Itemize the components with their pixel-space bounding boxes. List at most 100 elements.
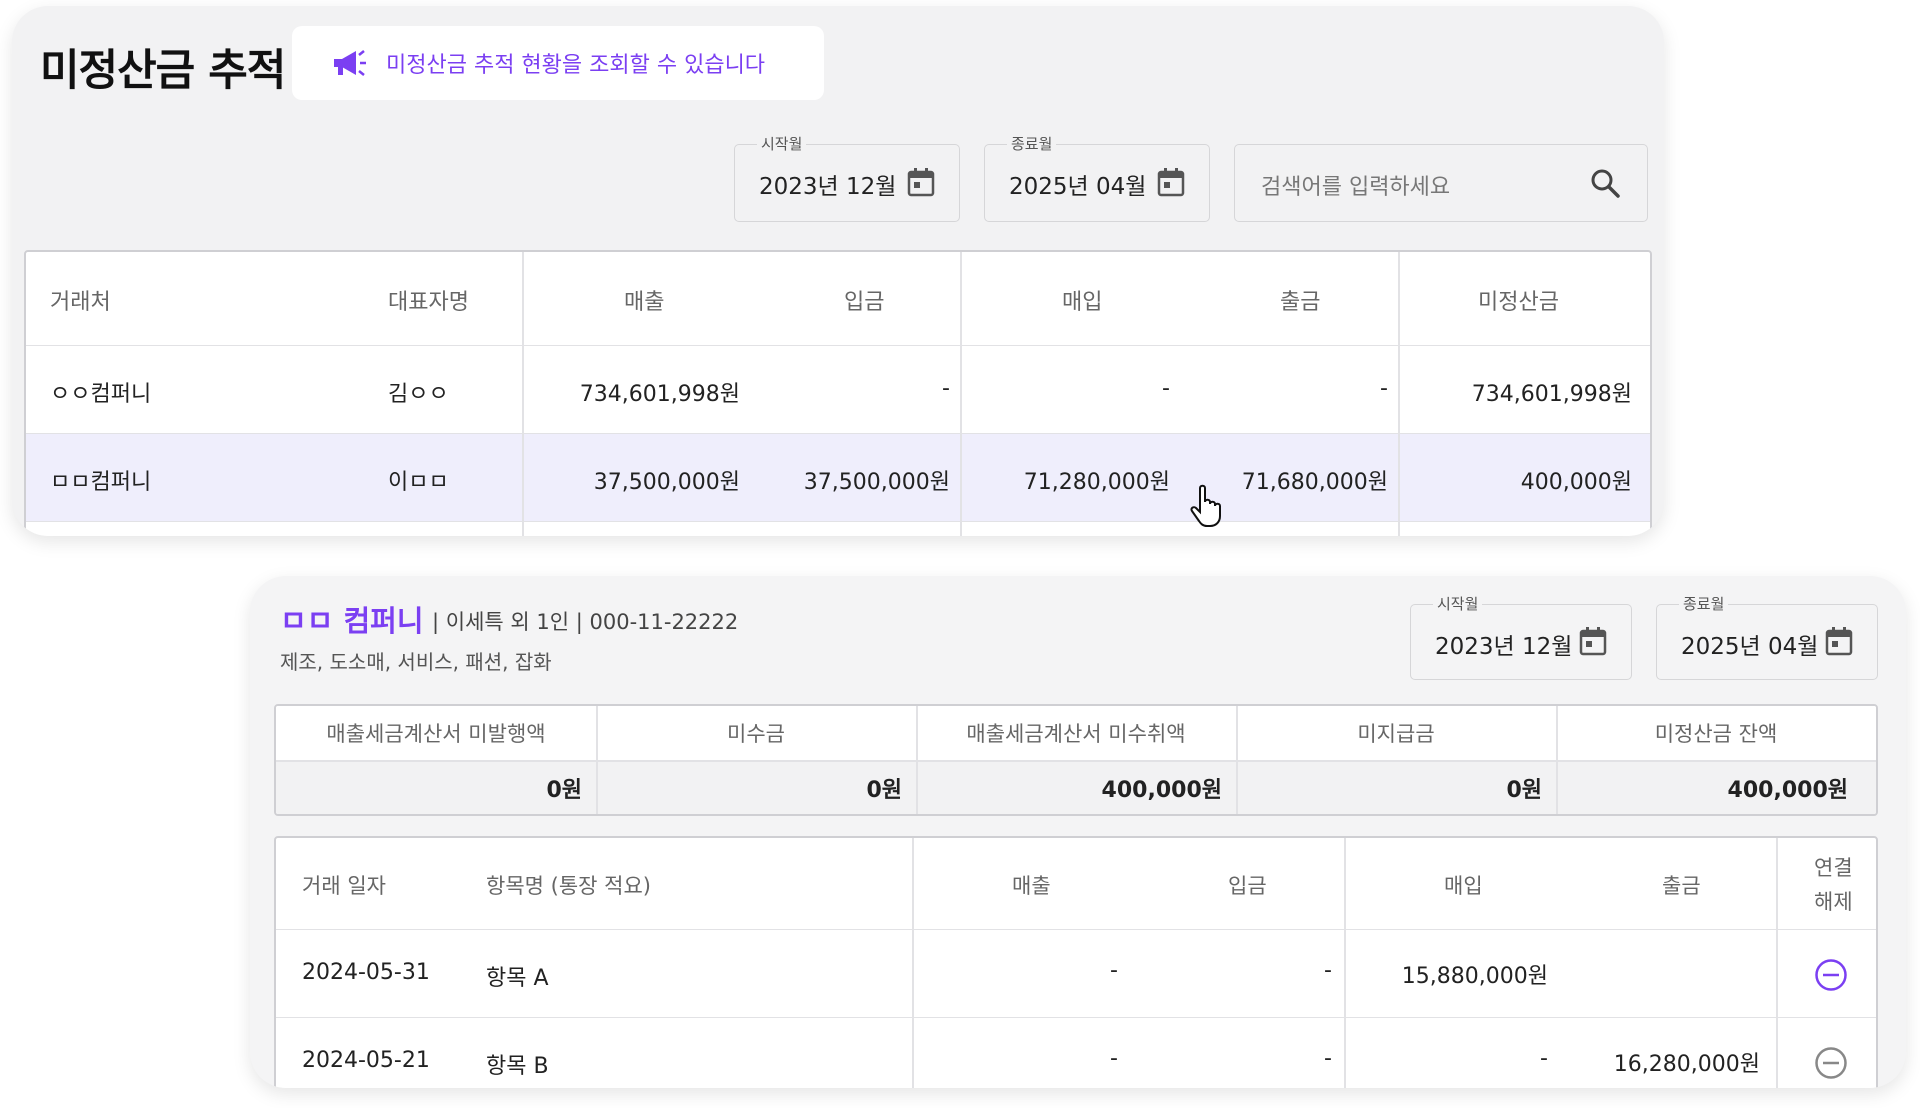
col-sales: 매출 <box>624 290 665 315</box>
table-row-selected[interactable]: ㅁㅁ컴퍼니 이ㅁㅁ 37,500,000원 37,500,000원 71,280… <box>26 434 1650 522</box>
company-name: ㅁㅁ 컴퍼니 <box>280 604 424 638</box>
start-month-value: 2023년 12월 <box>1435 634 1573 660</box>
col-unlink-line1: 연결 <box>1814 856 1853 880</box>
sales-value: 37,500,000원 <box>593 470 740 495</box>
calendar-icon[interactable] <box>1157 167 1185 197</box>
column-divider <box>1776 838 1778 1088</box>
summary-value: 0원 <box>596 760 916 814</box>
col-deposit: 입금 <box>844 290 885 315</box>
representative-name: 김ㅇㅇ <box>388 382 449 407</box>
end-month-value: 2025년 04월 <box>1009 174 1147 200</box>
table-header-row: 거래 일자 항목명 (통장 적요) 매출 입금 매입 출금 연결 해제 <box>276 838 1876 930</box>
settlement-tracking-panel: 미정산금 추적 미정산금 추적 현황을 조회할 수 있습니다 시작월 2023년… <box>12 6 1664 536</box>
purchase-value: - <box>1162 376 1170 401</box>
table-row[interactable]: 2024-05-31 항목 A - - 15,880,000원 <box>276 930 1876 1018</box>
column-divider <box>1398 252 1400 536</box>
company-detail-panel: ㅁㅁ 컴퍼니 | 이세특 외 1인 | 000-11-22222 제조, 도소매… <box>250 576 1906 1088</box>
start-month-label: 시작월 <box>1433 593 1483 614</box>
summary-header: 미수금 <box>596 706 916 760</box>
col-item-name: 항목명 (통장 적요) <box>486 874 651 898</box>
deposit-value: - <box>942 376 950 401</box>
transaction-item: 항목 A <box>486 966 549 991</box>
end-month-label: 종료월 <box>1679 593 1729 614</box>
withdrawal-value: 71,680,000원 <box>1241 470 1388 495</box>
representative-name: 이ㅁㅁ <box>388 470 449 495</box>
withdrawal-value: 16,280,000원 <box>1613 1052 1760 1077</box>
column-divider <box>1344 838 1346 1088</box>
calendar-icon[interactable] <box>1579 626 1607 656</box>
unlink-minus-icon[interactable] <box>1814 1046 1848 1080</box>
search-placeholder: 검색어를 입력하세요 <box>1261 175 1451 200</box>
transactions-table: 거래 일자 항목명 (통장 적요) 매출 입금 매입 출금 연결 해제 2024… <box>274 836 1878 1088</box>
partner-name: ㅇㅇ컴퍼니 <box>50 382 152 407</box>
purchase-value: 71,280,000원 <box>1023 470 1170 495</box>
purchase-value: 15,880,000원 <box>1401 964 1548 989</box>
partner-name: ㅁㅁ컴퍼니 <box>50 470 152 495</box>
column-divider <box>1556 706 1558 814</box>
col-representative: 대표자명 <box>388 290 469 315</box>
detail-start-month-field[interactable]: 시작월 2023년 12월 <box>1410 593 1632 680</box>
unlink-minus-icon[interactable] <box>1814 958 1848 992</box>
summary-header: 미정산금 잔액 <box>1556 706 1876 760</box>
summary-value: 400,000원 <box>1556 760 1876 814</box>
summary-value: 0원 <box>1236 760 1556 814</box>
unsettled-value: 734,601,998원 <box>1471 382 1632 407</box>
col-deposit: 입금 <box>1228 874 1267 898</box>
transaction-date: 2024-05-31 <box>302 960 430 985</box>
column-divider <box>916 706 918 814</box>
col-purchase: 매입 <box>1062 290 1103 315</box>
start-month-label: 시작월 <box>757 133 807 154</box>
company-categories: 제조, 도소매, 서비스, 패션, 잡화 <box>280 650 552 674</box>
company-meta: | 이세특 외 1인 | 000-11-22222 <box>432 610 739 634</box>
deposit-value: - <box>1324 1046 1332 1071</box>
calendar-icon[interactable] <box>907 167 935 197</box>
start-month-field[interactable]: 시작월 2023년 12월 <box>734 133 960 222</box>
purchase-value: - <box>1540 1046 1548 1071</box>
column-divider <box>912 838 914 1088</box>
calendar-icon[interactable] <box>1825 626 1853 656</box>
summary-header: 매출세금계산서 미수취액 <box>916 706 1236 760</box>
notice-banner: 미정산금 추적 현황을 조회할 수 있습니다 <box>292 26 824 100</box>
deposit-value: 37,500,000원 <box>803 470 950 495</box>
sales-value: - <box>1110 1046 1118 1071</box>
transaction-date: 2024-05-21 <box>302 1048 430 1073</box>
column-divider <box>1236 706 1238 814</box>
search-input[interactable]: 검색어를 입력하세요 <box>1234 144 1648 222</box>
transaction-item: 항목 B <box>486 1054 549 1079</box>
end-month-field[interactable]: 종료월 2025년 04월 <box>984 133 1210 222</box>
megaphone-icon <box>334 50 366 76</box>
end-month-value: 2025년 04월 <box>1681 634 1819 660</box>
col-withdrawal: 출금 <box>1662 874 1701 898</box>
partners-table: 거래처 대표자명 매출 입금 매입 출금 미정산금 ㅇㅇ컴퍼니 김ㅇㅇ 734,… <box>24 250 1652 536</box>
summary-divider <box>276 760 1876 762</box>
sales-value: - <box>1110 958 1118 983</box>
col-sales: 매출 <box>1012 874 1051 898</box>
pointer-cursor-icon <box>1190 484 1221 527</box>
deposit-value: - <box>1324 958 1332 983</box>
table-row[interactable]: ㅇㅇ컴퍼니 김ㅇㅇ 734,601,998원 - - - 734,601,998… <box>26 346 1650 434</box>
detail-end-month-field[interactable]: 종료월 2025년 04월 <box>1656 593 1878 680</box>
col-unlink-line2: 해제 <box>1814 890 1853 914</box>
start-month-value: 2023년 12월 <box>759 174 897 200</box>
col-withdrawal: 출금 <box>1280 290 1321 315</box>
column-divider <box>596 706 598 814</box>
col-date: 거래 일자 <box>302 874 386 898</box>
column-divider <box>960 252 962 536</box>
summary-header: 미지급금 <box>1236 706 1556 760</box>
end-month-label: 종료월 <box>1007 133 1057 154</box>
withdrawal-value: - <box>1380 376 1388 401</box>
summary-value: 400,000원 <box>916 760 1236 814</box>
notice-text: 미정산금 추적 현황을 조회할 수 있습니다 <box>386 53 766 78</box>
summary-value: 0원 <box>276 760 596 814</box>
settlement-summary-table: 매출세금계산서 미발행액 미수금 매출세금계산서 미수취액 미지급금 미정산금 … <box>274 704 1878 816</box>
summary-header: 매출세금계산서 미발행액 <box>276 706 596 760</box>
column-divider <box>522 252 524 536</box>
col-partner: 거래처 <box>50 290 111 315</box>
table-row[interactable]: 2024-05-21 항목 B - - - 16,280,000원 <box>276 1018 1876 1088</box>
page-title: 미정산금 추적 <box>40 46 286 96</box>
sales-value: 734,601,998원 <box>579 382 740 407</box>
search-icon[interactable] <box>1589 167 1621 199</box>
col-purchase: 매입 <box>1444 874 1483 898</box>
col-unsettled: 미정산금 <box>1478 290 1559 315</box>
table-header-row: 거래처 대표자명 매출 입금 매입 출금 미정산금 <box>26 252 1650 346</box>
